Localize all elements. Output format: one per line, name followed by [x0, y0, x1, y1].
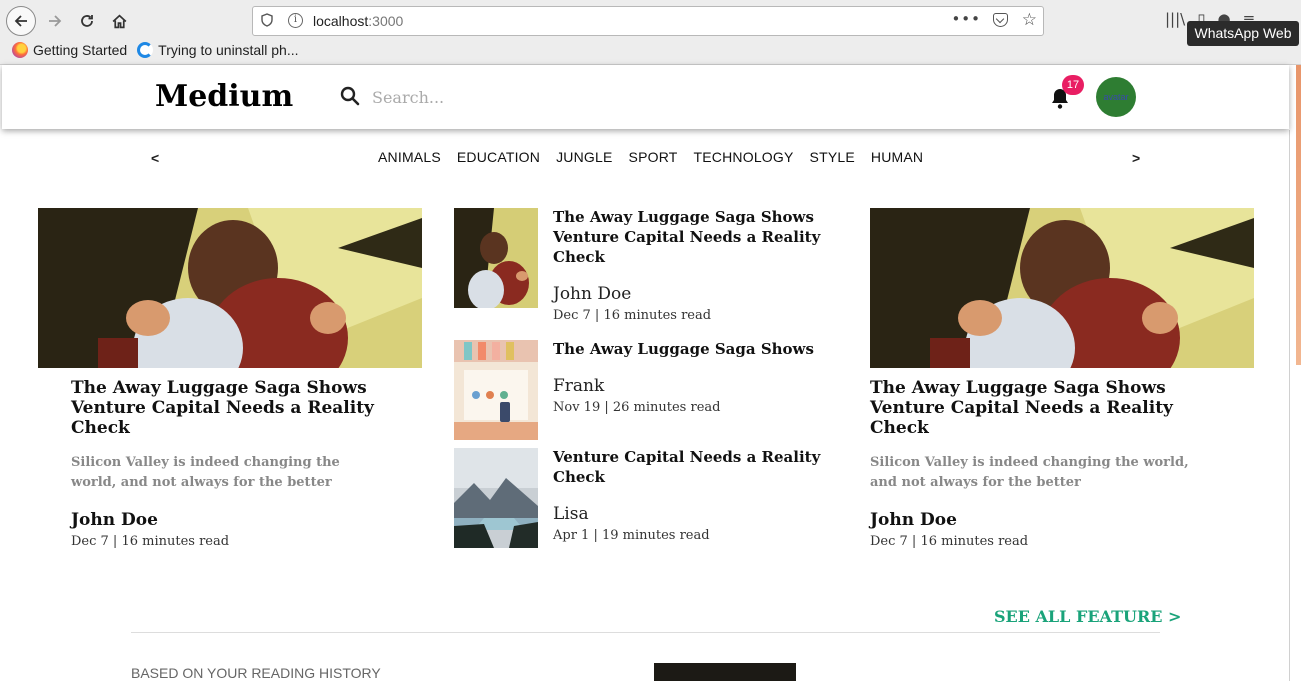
arrow-left-icon — [14, 15, 27, 27]
arrow-right-icon — [49, 15, 62, 27]
article-subtitle: Silicon Valley is indeed changing the wo… — [71, 455, 340, 490]
info-icon[interactable]: i — [288, 13, 303, 28]
list-item[interactable]: Venture Capital Needs a Reality Check Li… — [454, 448, 834, 548]
back-button[interactable] — [6, 6, 36, 36]
home-icon — [112, 14, 126, 28]
category-education[interactable]: EDUCATION — [457, 149, 540, 165]
browser-toolbar: i localhost:3000 ••• ☆ |||\ ▯ ● ≡ WhatsA… — [0, 0, 1301, 65]
list-item[interactable]: The Away Luggage Saga Shows Frank Nov 19… — [454, 340, 834, 440]
featured-card-left[interactable]: The Away Luggage Saga Shows Venture Capi… — [38, 208, 422, 549]
featured-image[interactable] — [870, 208, 1254, 368]
scrollbar-track[interactable] — [1289, 130, 1290, 681]
url-text[interactable]: localhost:3000 — [313, 13, 403, 29]
category-animals[interactable]: ANIMALS — [378, 149, 441, 165]
featured-card-right[interactable]: The Away Luggage Saga Shows Venture Capi… — [870, 208, 1254, 549]
article-subtitle: Silicon Valley is indeed changing the wo… — [870, 455, 1189, 490]
article-meta: Dec 7 | 16 minutes read — [553, 308, 712, 323]
article-thumbnail[interactable] — [454, 448, 538, 548]
list-item[interactable]: The Away Luggage Saga Shows Venture Capi… — [454, 207, 834, 323]
avatar[interactable]: avatar — [1096, 77, 1136, 117]
see-all-feature-link[interactable]: SEE ALL FEATURE > — [994, 607, 1181, 626]
article-author[interactable]: John Doe — [71, 510, 382, 530]
category-sport[interactable]: SPORT — [629, 149, 678, 165]
search-icon[interactable] — [340, 86, 360, 106]
bookmark-label: Getting Started — [33, 42, 128, 58]
article-title[interactable]: The Away Luggage Saga Shows Venture Capi… — [553, 207, 823, 267]
article-thumbnail[interactable] — [454, 340, 538, 440]
shield-icon[interactable] — [261, 13, 274, 28]
category-human[interactable]: HUMAN — [871, 149, 923, 165]
article-author[interactable]: Frank — [553, 376, 823, 396]
bookmark-star-icon[interactable]: ☆ — [1022, 10, 1037, 30]
article-author[interactable]: Lisa — [553, 504, 823, 524]
page-edge — [1296, 65, 1301, 365]
article-author[interactable]: John Doe — [553, 284, 823, 304]
category-prev-button[interactable]: < — [151, 150, 159, 166]
article-meta: Dec 7 | 16 minutes read — [71, 534, 230, 549]
notification-badge: 17 — [1062, 75, 1084, 95]
category-style[interactable]: STYLE — [810, 149, 855, 165]
loading-icon — [137, 42, 154, 58]
library-icon[interactable]: |||\ — [1165, 10, 1185, 28]
article-title[interactable]: The Away Luggage Saga Shows Venture Capi… — [71, 378, 382, 438]
bookmark-getting-started[interactable]: Getting Started — [12, 42, 127, 58]
article-meta: Dec 7 | 16 minutes read — [870, 534, 1029, 549]
article-meta: Nov 19 | 26 minutes read — [553, 400, 721, 415]
category-jungle[interactable]: JUNGLE — [556, 149, 612, 165]
featured-image[interactable] — [38, 208, 422, 368]
reload-icon — [81, 15, 93, 27]
article-title[interactable]: The Away Luggage Saga Shows — [553, 339, 823, 359]
home-button[interactable] — [104, 6, 134, 36]
forward-button[interactable] — [40, 6, 70, 36]
logo[interactable]: Medium — [155, 79, 293, 114]
address-bar[interactable]: i localhost:3000 ••• ☆ — [252, 6, 1044, 36]
category-nav: ANIMALS EDUCATION JUNGLE SPORT TECHNOLOG… — [378, 149, 923, 165]
article-title[interactable]: The Away Luggage Saga Shows Venture Capi… — [870, 378, 1214, 438]
article-thumbnail[interactable] — [654, 663, 796, 681]
article-author[interactable]: John Doe — [870, 510, 1214, 530]
divider — [131, 632, 1160, 633]
article-title[interactable]: Venture Capital Needs a Reality Check — [553, 447, 823, 487]
section-heading: BASED ON YOUR READING HISTORY — [131, 665, 381, 681]
firefox-icon — [12, 42, 28, 58]
search-input[interactable] — [372, 84, 672, 110]
bookmarks-bar: Getting Started Trying to uninstall ph..… — [12, 42, 299, 58]
more-actions-icon[interactable]: ••• — [951, 10, 981, 28]
category-next-button[interactable]: > — [1132, 150, 1140, 166]
pocket-icon[interactable] — [993, 13, 1008, 27]
article-thumbnail[interactable] — [454, 208, 538, 308]
bookmark-uninstall[interactable]: Trying to uninstall ph... — [137, 42, 299, 58]
category-technology[interactable]: TECHNOLOGY — [694, 149, 794, 165]
app-header: Medium 17 avatar — [2, 65, 1289, 129]
tooltip: WhatsApp Web — [1187, 21, 1299, 46]
reload-button[interactable] — [72, 6, 102, 36]
bookmark-label: Trying to uninstall ph... — [158, 42, 299, 58]
article-meta: Apr 1 | 19 minutes read — [553, 528, 710, 543]
